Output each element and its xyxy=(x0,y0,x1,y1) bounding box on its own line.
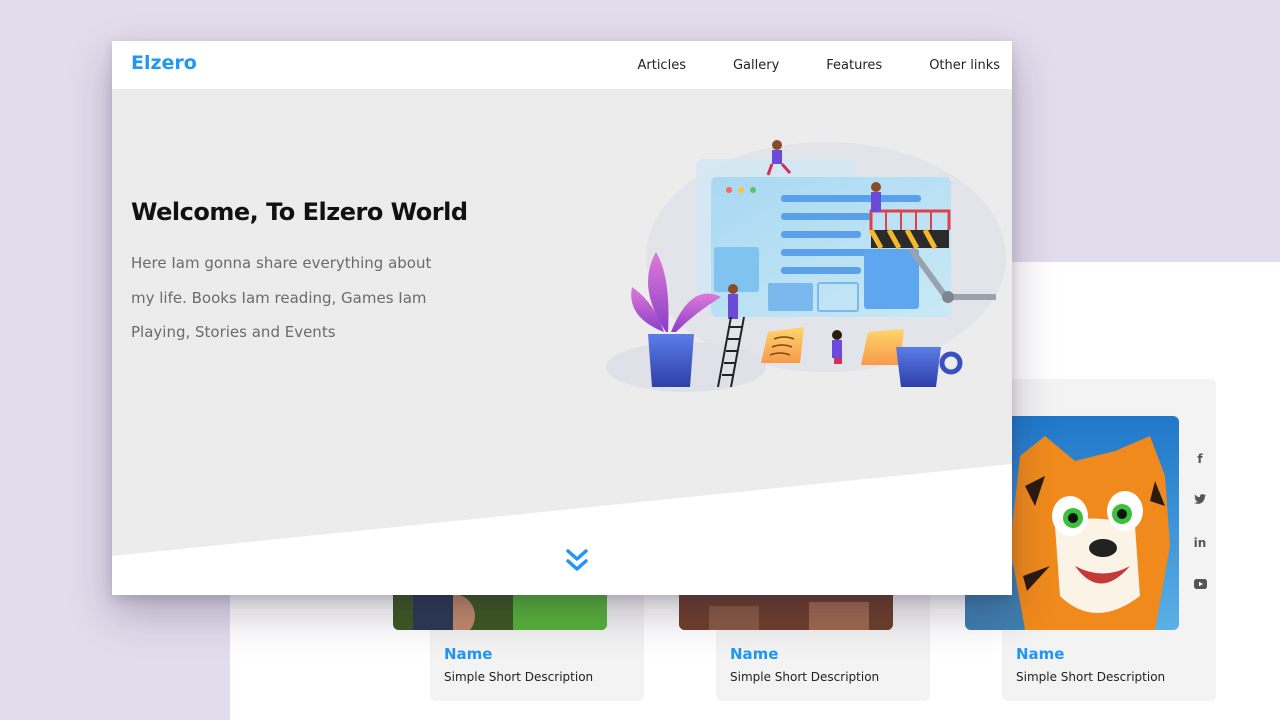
hero-title: Welcome, To Elzero World xyxy=(131,198,468,226)
card-name[interactable]: Name xyxy=(730,645,778,663)
card-description: Simple Short Description xyxy=(730,670,880,684)
nav-link-other-links[interactable]: Other links xyxy=(929,58,1000,73)
linkedin-icon[interactable]: in xyxy=(1194,534,1207,552)
social-links: f in xyxy=(1192,450,1208,594)
twitter-icon[interactable] xyxy=(1194,492,1206,510)
article-card-3[interactable]: Name Simple Short Description xyxy=(965,379,1216,701)
nav-link-gallery[interactable]: Gallery xyxy=(733,58,779,73)
youtube-icon[interactable] xyxy=(1193,576,1207,594)
main-nav: Articles Gallery Features Other links xyxy=(590,41,1000,89)
nav-link-features[interactable]: Features xyxy=(826,58,882,73)
facebook-icon[interactable]: f xyxy=(1197,450,1202,468)
card-description: Simple Short Description xyxy=(444,670,594,684)
hero-illustration xyxy=(606,140,1006,392)
nav-link-articles[interactable]: Articles xyxy=(637,58,685,73)
card-description: Simple Short Description xyxy=(1016,670,1166,684)
scroll-down-icon[interactable] xyxy=(565,547,589,573)
card-name[interactable]: Name xyxy=(1016,645,1064,663)
website-window: Elzero Articles Gallery Features Other l… xyxy=(112,41,1012,595)
hero-description: Here Iam gonna share everything about my… xyxy=(131,254,432,341)
site-logo[interactable]: Elzero xyxy=(131,52,197,74)
card-name[interactable]: Name xyxy=(444,645,492,663)
top-navbar: Elzero Articles Gallery Features Other l… xyxy=(112,41,1012,89)
